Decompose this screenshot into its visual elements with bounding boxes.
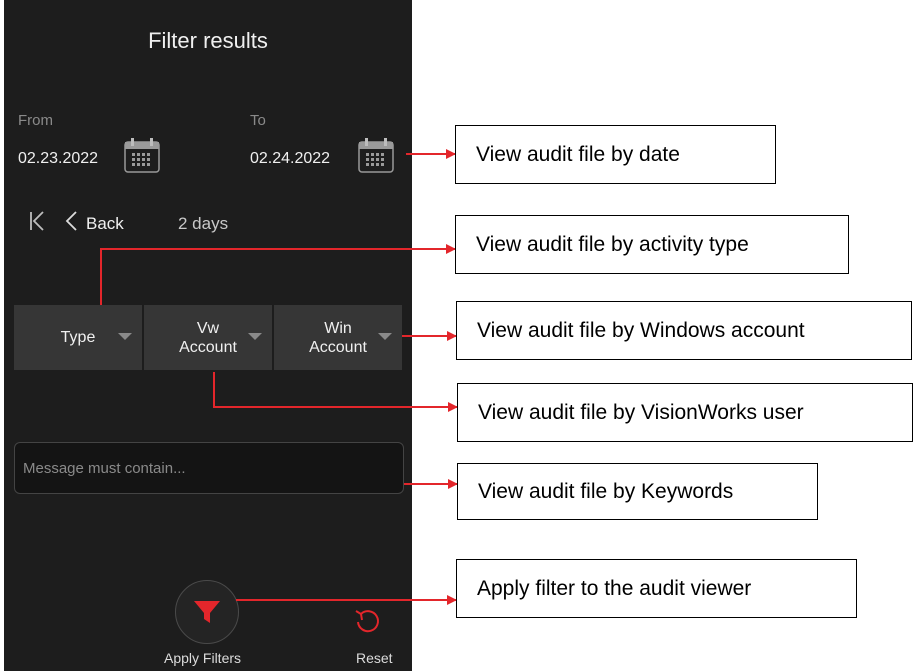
callout-keywords: View audit file by Keywords [457, 463, 818, 520]
callout-activity-type: View audit file by activity type [455, 215, 849, 274]
callout-apply-filter: Apply filter to the audit viewer [456, 559, 857, 618]
callout-visionworks-user: View audit file by VisionWorks user [457, 383, 913, 442]
callout-windows-account: View audit file by Windows account [456, 301, 912, 360]
callout-date: View audit file by date [455, 125, 776, 184]
